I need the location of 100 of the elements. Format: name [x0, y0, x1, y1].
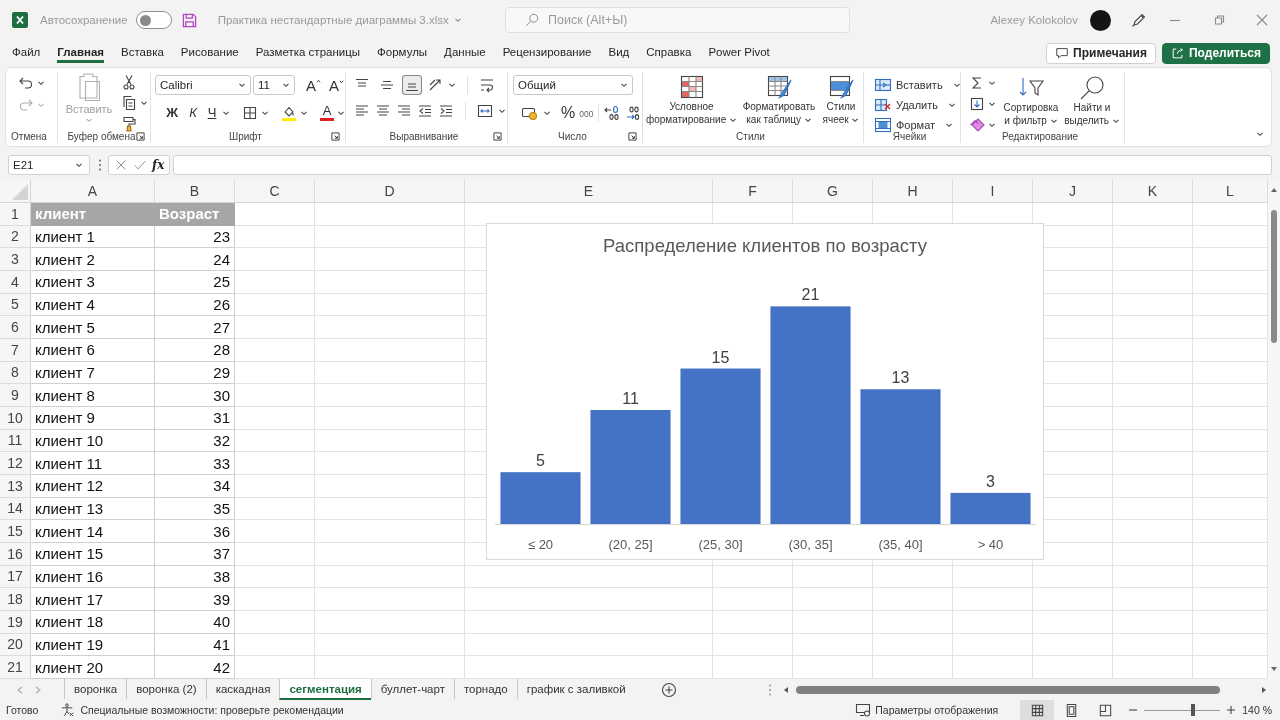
caret-icon[interactable] [448, 81, 456, 89]
caret-icon[interactable] [952, 81, 961, 89]
row-header[interactable]: 15 [0, 520, 31, 543]
scroll-up-icon[interactable] [1270, 186, 1278, 194]
drag-handle-icon[interactable] [98, 158, 102, 172]
menu-tab[interactable]: Вид [608, 43, 630, 63]
zoom-level[interactable]: 140 % [1242, 704, 1272, 716]
format-cells-button[interactable]: Формат [874, 117, 960, 133]
undo-icon[interactable] [18, 75, 34, 91]
row-header[interactable]: 20 [0, 633, 31, 657]
align-right-icon[interactable] [396, 103, 412, 119]
row-header[interactable]: 13 [0, 475, 31, 498]
formula-input[interactable] [173, 155, 1272, 175]
cell-styles-button[interactable]: Стили ячеек [819, 74, 863, 126]
row-header[interactable]: 8 [0, 361, 31, 385]
caret-icon[interactable] [988, 121, 996, 129]
scrollbar-thumb[interactable] [1271, 210, 1277, 343]
row-header[interactable]: 3 [0, 248, 31, 271]
row-header[interactable]: 11 [0, 429, 31, 453]
align-left-icon[interactable] [354, 103, 370, 119]
normal-view-button[interactable] [1020, 700, 1055, 720]
column-header[interactable]: L [1193, 180, 1268, 203]
percent-button[interactable]: % [561, 104, 576, 122]
scroll-left-icon[interactable] [782, 685, 790, 694]
borders-icon[interactable] [242, 104, 258, 121]
caret-icon[interactable] [620, 81, 628, 89]
row-header[interactable]: 19 [0, 611, 31, 634]
shrink-font-button[interactable]: A [329, 76, 345, 94]
dialog-launcher-icon[interactable] [136, 132, 145, 141]
avatar[interactable] [1090, 9, 1111, 31]
insert-function-button[interactable]: fx [152, 158, 165, 172]
copy-icon[interactable] [121, 95, 137, 111]
pen-icon[interactable] [1131, 12, 1147, 28]
italic-button[interactable]: К [184, 105, 202, 120]
column-header[interactable]: C [235, 180, 315, 203]
caret-icon[interactable] [803, 116, 812, 125]
scroll-down-icon[interactable] [1270, 665, 1278, 673]
scissors-icon[interactable] [121, 74, 137, 90]
column-header[interactable]: K [1113, 180, 1193, 203]
caret-icon[interactable] [988, 100, 996, 108]
row-header[interactable]: 17 [0, 565, 31, 589]
brush-icon[interactable] [121, 116, 137, 132]
search-field[interactable]: Поиск (Alt+Ы) [505, 7, 850, 33]
dialog-launcher-icon[interactable] [628, 132, 637, 141]
menu-tab[interactable]: Данные [444, 43, 486, 63]
caret-icon[interactable] [282, 81, 290, 89]
caret-icon[interactable] [238, 81, 246, 89]
sheet-tab[interactable]: торнадо [453, 679, 517, 700]
autosave-toggle[interactable] [135, 11, 172, 29]
caret-icon[interactable] [140, 99, 148, 107]
number-format-field[interactable]: Общий [513, 75, 633, 95]
column-header[interactable]: A [31, 180, 155, 203]
decrease-indent-icon[interactable] [417, 103, 433, 119]
fill-color-icon[interactable] [281, 104, 297, 121]
sheet-tab[interactable]: воронка (2) [126, 679, 206, 700]
column-header[interactable]: E [465, 180, 713, 203]
caret-icon[interactable] [1111, 117, 1120, 126]
row-header[interactable]: 18 [0, 588, 31, 611]
caret-icon[interactable] [851, 116, 860, 125]
caret-icon[interactable] [543, 109, 551, 117]
row-header[interactable]: 9 [0, 384, 31, 407]
check-icon[interactable] [132, 158, 147, 172]
caret-icon[interactable] [498, 107, 506, 115]
insert-cells-button[interactable]: Вставить [874, 77, 960, 93]
row-header[interactable]: 10 [0, 407, 31, 430]
menu-tab[interactable]: Power Pivot [708, 43, 770, 63]
merge-cells-icon[interactable] [477, 103, 493, 119]
row-header[interactable]: 6 [0, 316, 31, 339]
sheet-tab[interactable]: сегментация [279, 679, 371, 700]
sheet-tab[interactable]: график с заливкой [516, 679, 635, 700]
share-button[interactable]: Поделиться [1161, 42, 1270, 64]
menu-tab[interactable]: Рецензирование [502, 43, 592, 63]
sheet-tab[interactable]: воронка [64, 679, 127, 700]
row-header[interactable]: 7 [0, 339, 31, 362]
caret-icon[interactable] [37, 79, 45, 87]
column-header[interactable]: B [155, 180, 235, 203]
caret-icon[interactable] [729, 116, 738, 125]
row-header[interactable]: 5 [0, 293, 31, 317]
decrease-decimal-icon[interactable] [624, 105, 641, 121]
sheet-tab[interactable]: буллет-чарт [370, 679, 454, 700]
font-color-button[interactable]: A [320, 104, 334, 121]
column-header[interactable]: F [713, 180, 793, 203]
dialog-launcher-icon[interactable] [331, 132, 340, 141]
name-box[interactable]: E21 [8, 155, 90, 175]
column-header[interactable]: D [315, 180, 465, 203]
row-header[interactable]: 1 [0, 203, 31, 226]
bold-button[interactable]: Ж [163, 105, 181, 120]
caret-icon[interactable] [1256, 130, 1264, 138]
column-header[interactable]: I [953, 180, 1033, 203]
caret-icon[interactable] [1049, 117, 1058, 126]
conditional-formatting-button[interactable]: Условное форматирование [644, 74, 739, 126]
sort-filter-button[interactable]: Сортировка и фильтр [1001, 75, 1061, 127]
column-header[interactable]: G [793, 180, 873, 203]
text-orientation-icon[interactable] [427, 77, 443, 93]
eraser-icon[interactable] [969, 117, 985, 133]
row-header[interactable]: 12 [0, 452, 31, 475]
delete-cells-button[interactable]: Удалить [874, 97, 960, 113]
find-select-button[interactable]: Найти и выделить [1061, 75, 1123, 127]
caret-icon[interactable] [75, 161, 83, 169]
accessibility-status[interactable]: Специальные возможности: проверьте рекомендации [80, 704, 344, 716]
